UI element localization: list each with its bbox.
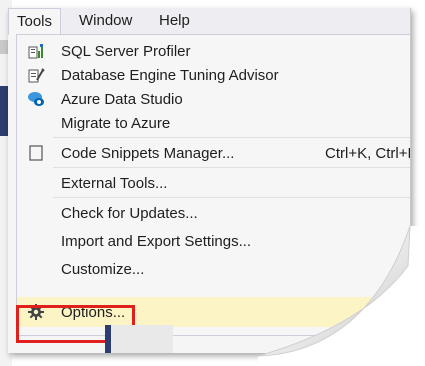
menu-item-sql-server-profiler[interactable]: SQL Server Profiler xyxy=(17,39,410,63)
menu-item-label: Import and Export Settings... xyxy=(61,233,252,250)
menu-separator xyxy=(53,137,410,138)
menu-item-label: Code Snippets Manager... xyxy=(61,145,235,162)
menu-window[interactable]: Window xyxy=(71,8,140,33)
profiler-icon xyxy=(27,42,45,60)
page-curl-decoration xyxy=(258,226,425,366)
ide-bottom-fragment xyxy=(105,325,173,353)
menu-item-label: Check for Updates... xyxy=(61,205,198,222)
menu-item-tuning-advisor[interactable]: Database Engine Tuning Advisor xyxy=(17,63,410,87)
menu-item-label: Migrate to Azure xyxy=(61,115,171,132)
menu-item-code-snippets-manager[interactable]: Code Snippets Manager... Ctrl+K, Ctrl+B xyxy=(17,141,411,165)
menu-help[interactable]: Help xyxy=(151,8,198,33)
menu-item-label: Azure Data Studio xyxy=(61,91,183,108)
menu-item-label: External Tools... xyxy=(61,175,168,192)
menu-tools[interactable]: Tools xyxy=(8,8,62,35)
menu-item-label: Customize... xyxy=(61,261,145,278)
snippets-icon xyxy=(27,144,45,162)
menu-item-label: SQL Server Profiler xyxy=(61,43,191,60)
tuning-advisor-icon xyxy=(27,66,45,84)
menu-item-label: Database Engine Tuning Advisor xyxy=(61,67,279,84)
menu-item-check-for-updates[interactable]: Check for Updates... xyxy=(17,201,410,225)
menu-item-migrate-to-azure[interactable]: Migrate to Azure xyxy=(17,111,410,135)
menu-item-external-tools[interactable]: External Tools... xyxy=(17,171,410,195)
menu-bar: Tools Window Help xyxy=(8,8,410,35)
azure-data-studio-icon xyxy=(27,90,45,108)
menu-separator xyxy=(53,167,410,168)
menu-item-azure-data-studio[interactable]: Azure Data Studio xyxy=(17,87,410,111)
menu-separator xyxy=(53,197,410,198)
menu-item-shortcut: Ctrl+K, Ctrl+B xyxy=(325,145,411,162)
